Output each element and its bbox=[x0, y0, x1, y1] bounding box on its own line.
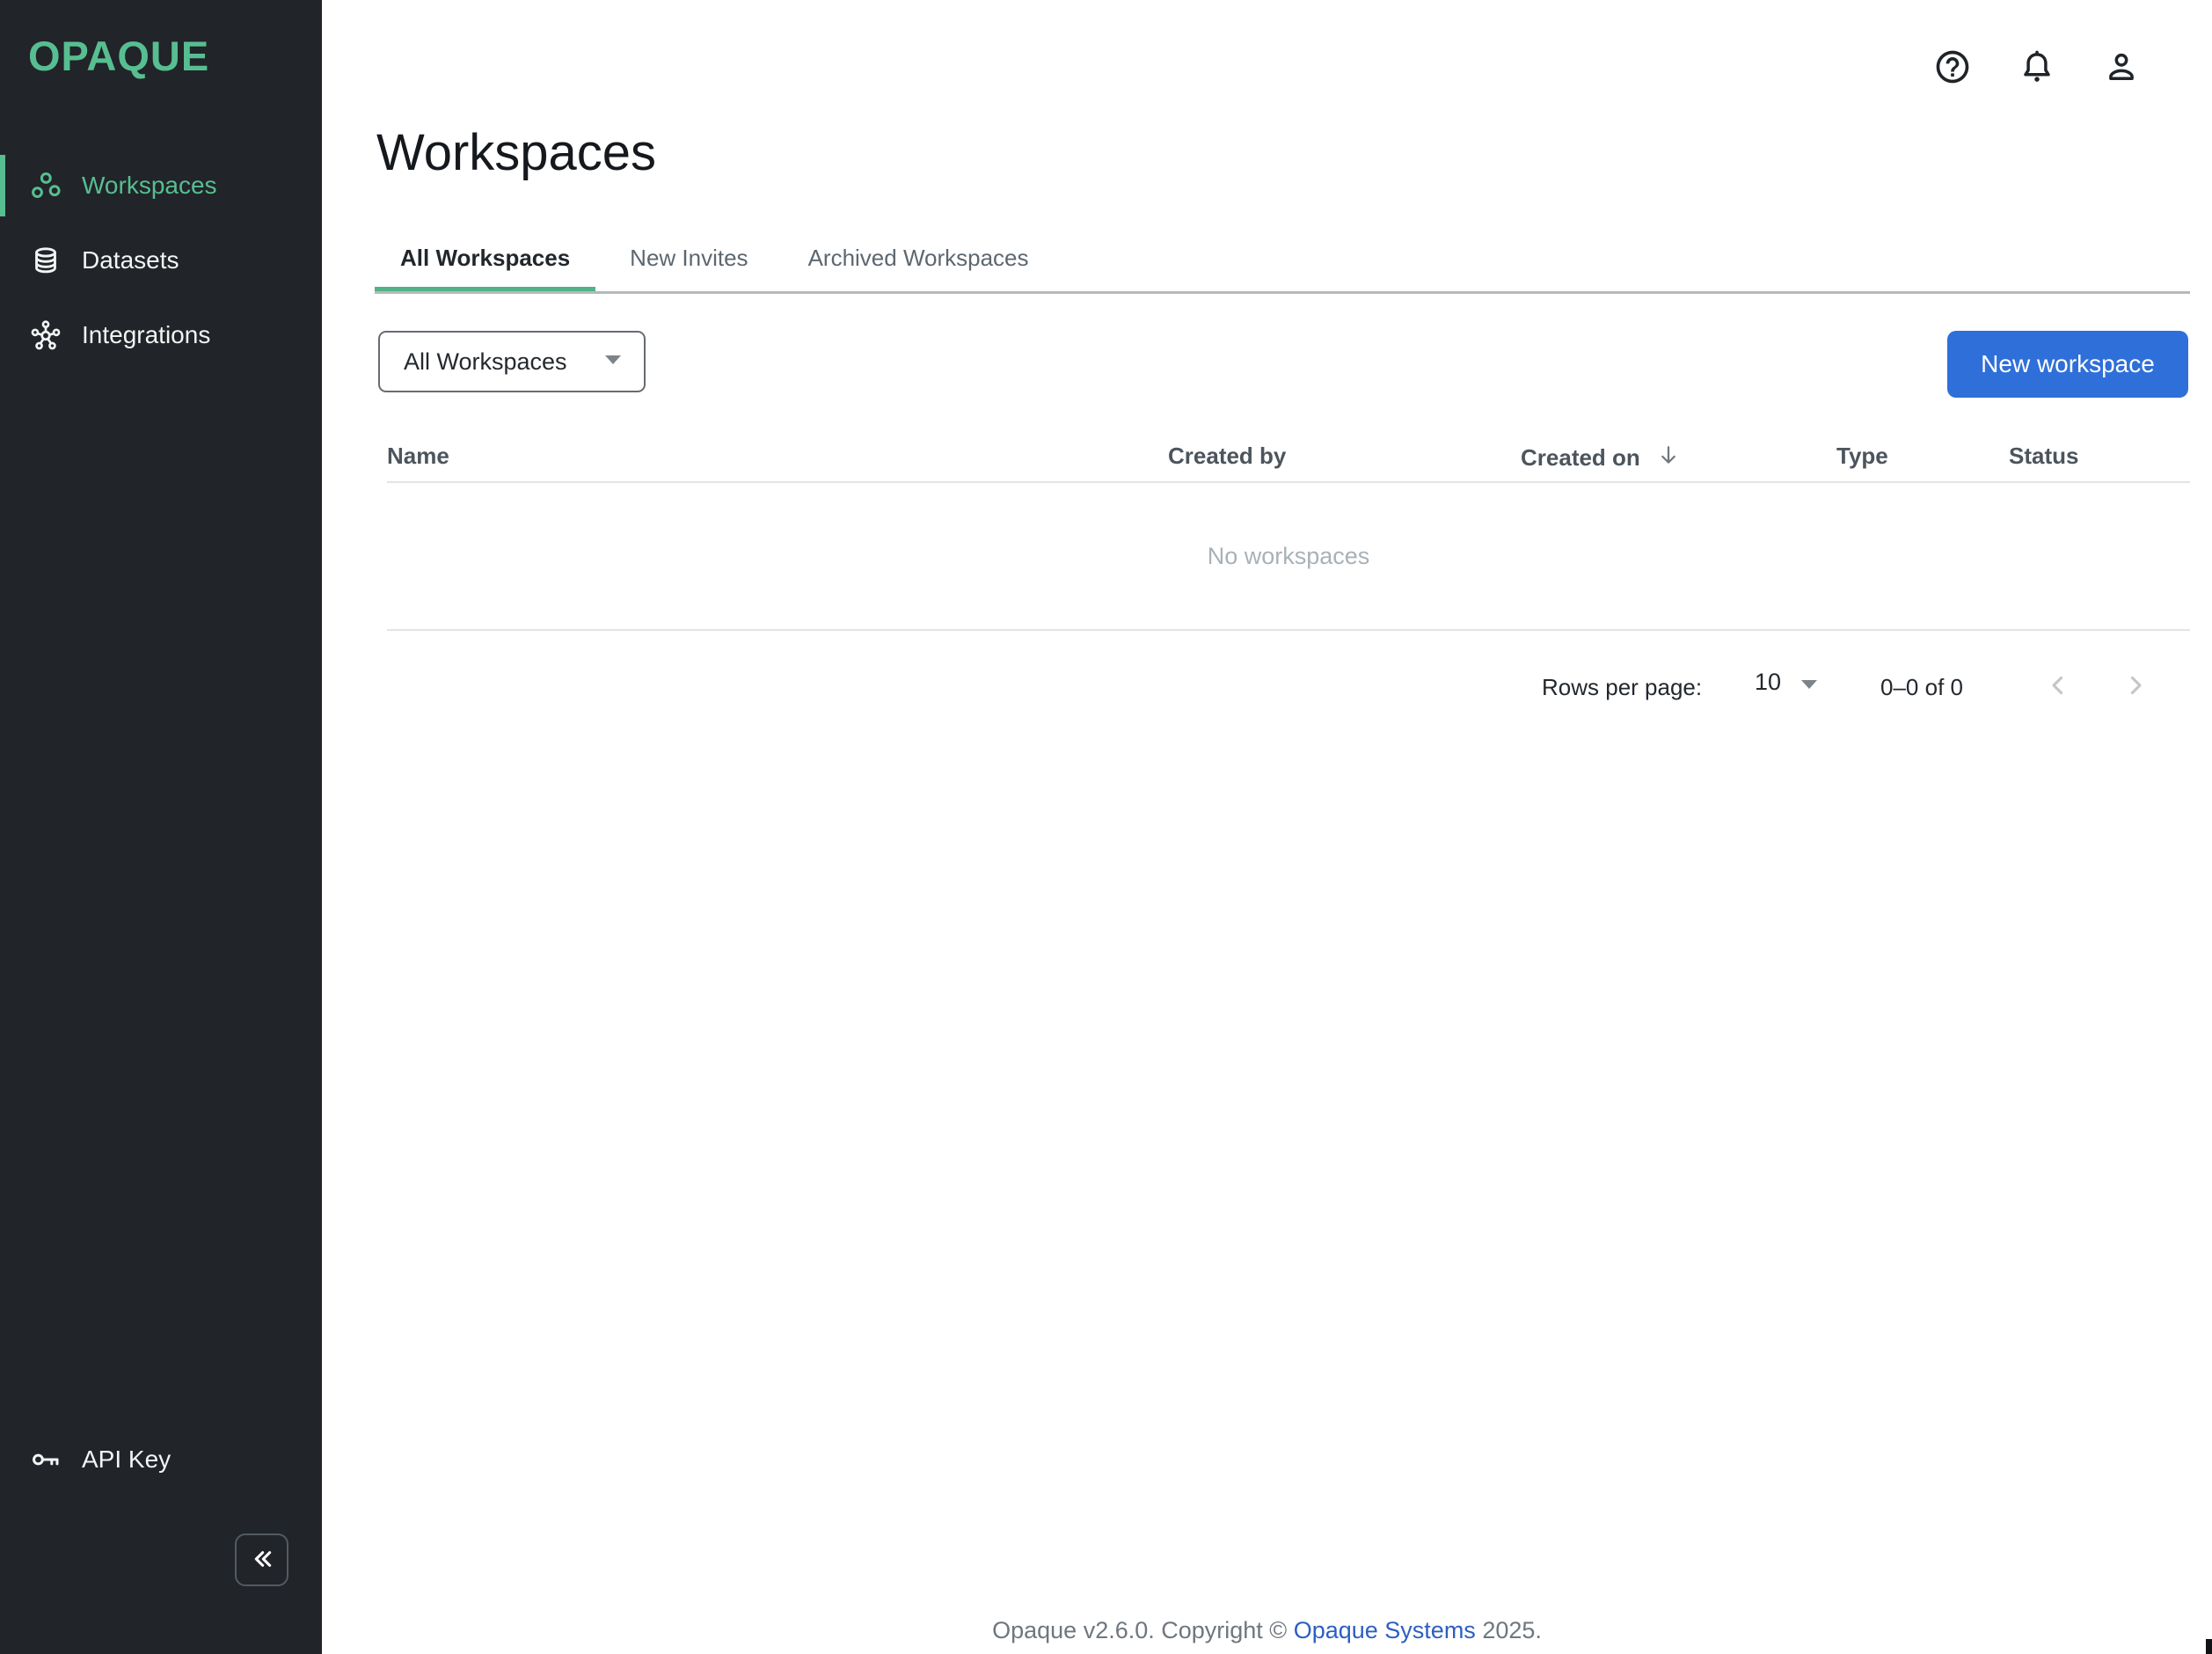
tab-label: All Workspaces bbox=[400, 245, 570, 272]
corner-artifact bbox=[2206, 1639, 2212, 1654]
active-item-indicator bbox=[0, 155, 5, 216]
tab-new-invites[interactable]: New Invites bbox=[604, 222, 773, 294]
double-chevron-left-icon bbox=[248, 1545, 276, 1576]
datasets-icon bbox=[29, 244, 62, 277]
opaque-logo: OPAQUE bbox=[28, 32, 209, 80]
sidebar-item-datasets[interactable]: Datasets bbox=[0, 230, 322, 291]
tab-all-workspaces[interactable]: All Workspaces bbox=[375, 222, 595, 294]
workspace-filter-select[interactable]: All Workspaces bbox=[378, 331, 646, 392]
column-label: Created by bbox=[1168, 443, 1286, 470]
account-button[interactable] bbox=[2102, 48, 2141, 87]
help-icon bbox=[1933, 48, 1972, 89]
key-icon bbox=[29, 1443, 62, 1476]
chevron-left-icon bbox=[2043, 670, 2073, 703]
app-root: OPAQUE Workspaces bbox=[0, 0, 2212, 1654]
table-header-divider bbox=[387, 481, 2190, 483]
table-footer-divider bbox=[387, 629, 2190, 631]
tab-label: Archived Workspaces bbox=[808, 245, 1029, 272]
notifications-bell-icon bbox=[2018, 48, 2056, 89]
help-button[interactable] bbox=[1933, 48, 1972, 87]
sidebar-item-label: Datasets bbox=[82, 246, 179, 274]
page-title: Workspaces bbox=[376, 123, 656, 182]
rows-per-page-value: 10 bbox=[1755, 669, 1781, 696]
sidebar: OPAQUE Workspaces bbox=[0, 0, 322, 1654]
column-label: Status bbox=[2009, 443, 2078, 470]
collapse-sidebar-button[interactable] bbox=[235, 1533, 288, 1586]
sidebar-item-api-key[interactable]: API Key bbox=[0, 1429, 322, 1490]
workspace-tabs: All Workspaces New Invites Archived Work… bbox=[375, 222, 1063, 294]
table-empty-state: No workspaces bbox=[387, 543, 2190, 570]
rows-per-page-label: Rows per page: bbox=[1542, 674, 1702, 701]
pagination-range: 0–0 of 0 bbox=[1880, 674, 1963, 701]
column-label: Type bbox=[1836, 443, 1888, 470]
chevron-right-icon bbox=[2121, 670, 2150, 703]
footer-text-prefix: Opaque v2.6.0. Copyright © bbox=[992, 1617, 1294, 1643]
column-header-created-by[interactable]: Created by bbox=[1168, 443, 1286, 470]
sort-arrow-down-icon bbox=[1656, 443, 1681, 473]
new-workspace-button[interactable]: New workspace bbox=[1947, 331, 2188, 398]
next-page-button[interactable] bbox=[2116, 667, 2155, 706]
account-person-icon bbox=[2102, 48, 2141, 89]
column-label: Created on bbox=[1521, 444, 1640, 472]
sidebar-item-label: Integrations bbox=[82, 321, 210, 349]
column-header-type[interactable]: Type bbox=[1836, 443, 1888, 470]
column-header-status[interactable]: Status bbox=[2009, 443, 2078, 470]
opaque-systems-link[interactable]: Opaque Systems bbox=[1294, 1617, 1476, 1643]
workspaces-icon bbox=[29, 169, 62, 202]
chevron-down-icon bbox=[1800, 669, 1818, 696]
column-header-created-on[interactable]: Created on bbox=[1521, 443, 1681, 473]
tab-label: New Invites bbox=[630, 245, 748, 272]
chevron-down-icon bbox=[603, 354, 623, 370]
filter-selected-value: All Workspaces bbox=[404, 348, 567, 376]
rows-per-page-select[interactable]: 10 bbox=[1755, 669, 1818, 696]
sidebar-item-label: Workspaces bbox=[82, 172, 217, 200]
footer: Opaque v2.6.0. Copyright © Opaque System… bbox=[322, 1617, 2212, 1644]
sidebar-item-workspaces[interactable]: Workspaces bbox=[0, 155, 322, 216]
integrations-icon bbox=[29, 318, 62, 352]
sidebar-item-label: API Key bbox=[82, 1445, 171, 1474]
sidebar-item-integrations[interactable]: Integrations bbox=[0, 304, 322, 366]
previous-page-button[interactable] bbox=[2039, 667, 2077, 706]
column-header-name[interactable]: Name bbox=[387, 443, 449, 470]
footer-text-suffix: 2025. bbox=[1476, 1617, 1542, 1643]
column-label: Name bbox=[387, 443, 449, 470]
notifications-button[interactable] bbox=[2018, 48, 2056, 87]
tab-archived-workspaces[interactable]: Archived Workspaces bbox=[783, 222, 1055, 294]
tabs-divider bbox=[375, 291, 2190, 294]
